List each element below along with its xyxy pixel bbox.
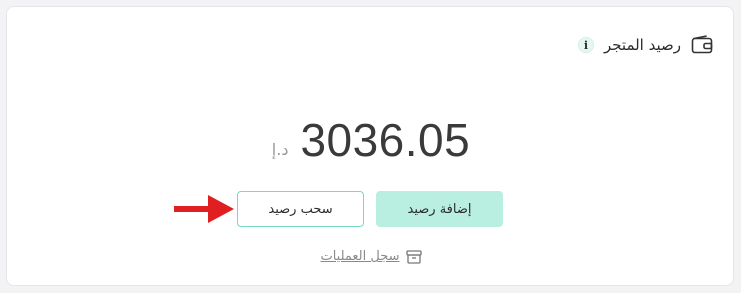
card-title: رصيد المتجر xyxy=(603,36,681,54)
wallet-icon xyxy=(691,35,713,54)
transactions-history-link[interactable]: سجل العمليات xyxy=(7,249,735,264)
history-link-label[interactable]: سجل العمليات xyxy=(320,249,399,264)
add-balance-button[interactable]: إضافة رصيد xyxy=(376,191,503,227)
balance-display: د.إ 3036.05 xyxy=(7,113,735,167)
card-header: i رصيد المتجر xyxy=(577,35,713,55)
balance-amount: 3036.05 xyxy=(300,114,471,166)
red-arrow-icon xyxy=(174,195,234,223)
info-icon[interactable]: i xyxy=(577,37,594,53)
currency-label: د.إ xyxy=(271,140,289,159)
store-balance-card: i رصيد المتجر د.إ 3036.05 سحب رصيد إضافة… xyxy=(6,6,734,286)
archive-box-icon xyxy=(405,249,422,264)
withdraw-balance-button[interactable]: سحب رصيد xyxy=(237,191,364,227)
